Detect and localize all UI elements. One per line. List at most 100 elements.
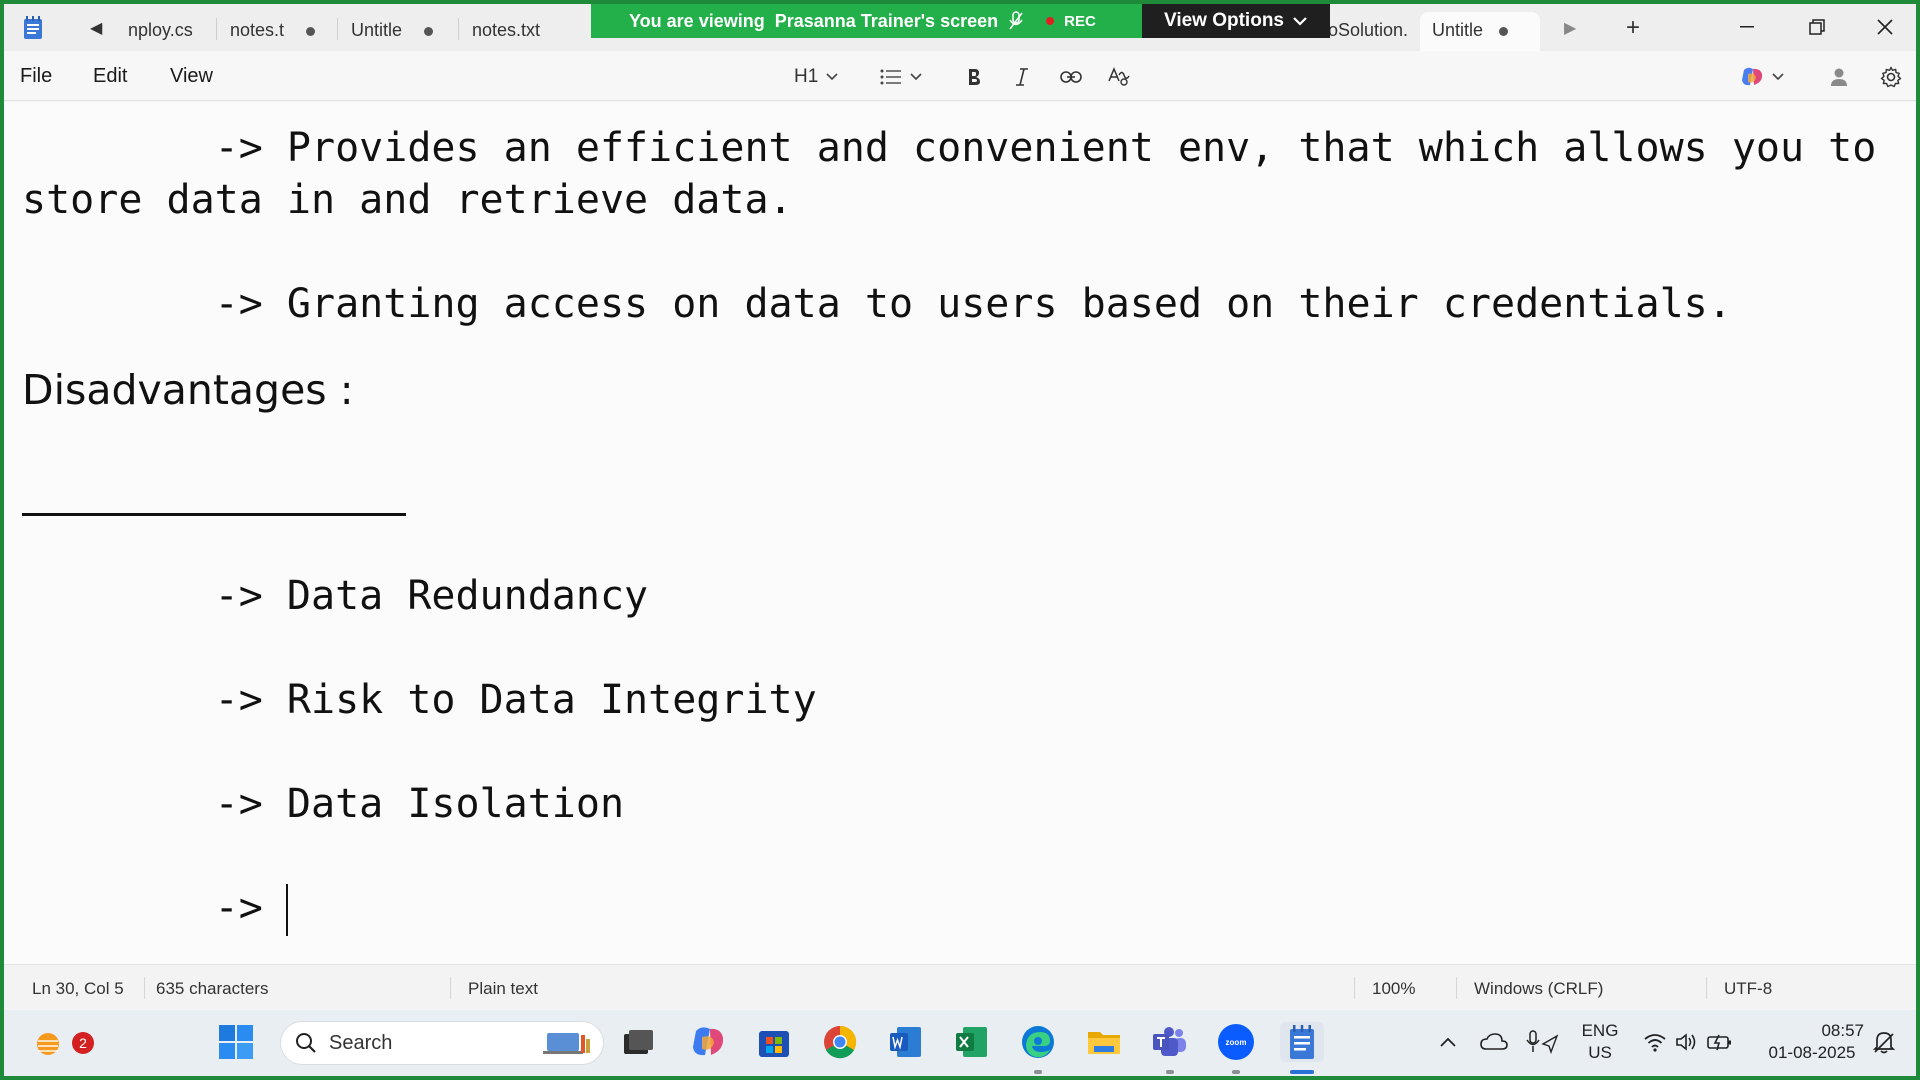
chevron-down-icon xyxy=(826,73,838,81)
section-heading: Disadvantages : xyxy=(22,366,354,414)
task-view-button[interactable] xyxy=(618,1022,658,1062)
link-icon xyxy=(1060,71,1082,83)
tab-separator xyxy=(216,18,217,40)
chrome-button[interactable] xyxy=(820,1022,860,1062)
windows-start-icon xyxy=(219,1025,253,1059)
file-format[interactable]: Plain text xyxy=(468,979,538,999)
word-button[interactable] xyxy=(886,1022,926,1062)
restore-button[interactable] xyxy=(1788,10,1846,44)
bullet-list-icon xyxy=(880,69,901,85)
file-explorer-button[interactable] xyxy=(1084,1022,1124,1062)
show-hidden-icons-button[interactable] xyxy=(1428,1022,1468,1062)
search-placeholder: Search xyxy=(329,1031,393,1054)
scroll-tabs-left-icon[interactable]: ◀ xyxy=(90,18,102,38)
tab-separator xyxy=(458,18,459,40)
edge-button[interactable] xyxy=(1018,1022,1058,1062)
folder-icon xyxy=(1088,1032,1120,1054)
bold-icon xyxy=(969,69,980,85)
view-options-button[interactable]: View Options xyxy=(1142,4,1330,38)
running-indicator xyxy=(1232,1070,1240,1074)
heading-label: H1 xyxy=(794,66,819,87)
menu-edit[interactable]: Edit xyxy=(93,65,127,88)
status-bar: Ln 30, Col 5 635 characters Plain text 1… xyxy=(4,964,1916,1010)
widgets-button[interactable]: 2 xyxy=(28,1022,94,1062)
microphone-in-use-button[interactable] xyxy=(1522,1022,1562,1062)
mic-muted-icon xyxy=(1009,11,1023,30)
chevron-up-icon xyxy=(1440,1037,1456,1047)
heading-dropdown[interactable]: H1 xyxy=(794,63,838,91)
spellcheck-button[interactable] xyxy=(1108,63,1130,91)
tab-separator xyxy=(337,18,338,40)
cloud-icon xyxy=(1480,1033,1508,1050)
tab-3[interactable]: Untitle xyxy=(339,12,457,46)
teams-button[interactable] xyxy=(1150,1022,1190,1062)
quick-settings-button[interactable] xyxy=(1634,1022,1742,1062)
search-icon xyxy=(296,1033,316,1053)
close-button[interactable] xyxy=(1856,10,1914,44)
zoom-level[interactable]: 100% xyxy=(1372,979,1415,999)
text-editor[interactable]: -> Provides an efficient and convenient … xyxy=(4,102,1916,964)
tab-5[interactable]: oSolution. xyxy=(1324,12,1420,46)
svg-text:zoom: zoom xyxy=(1226,1038,1247,1047)
wifi-icon xyxy=(1644,1034,1666,1052)
tab-6-active[interactable]: Untitle xyxy=(1420,12,1540,52)
tab-2[interactable]: notes.t xyxy=(218,12,336,46)
bold-button[interactable] xyxy=(966,63,982,91)
search-highlight-icon xyxy=(543,1033,590,1054)
line-ending[interactable]: Windows (CRLF) xyxy=(1474,979,1603,999)
language-code: ENG xyxy=(1581,1021,1619,1040)
region-code: US xyxy=(1588,1043,1612,1062)
recording-dot-icon xyxy=(1046,17,1055,25)
start-button[interactable] xyxy=(216,1022,256,1062)
battery-icon xyxy=(1707,1034,1731,1051)
cursor-position[interactable]: Ln 30, Col 5 xyxy=(32,979,124,999)
scroll-tabs-right-icon[interactable]: ▶ xyxy=(1564,18,1576,38)
tab-label: notes.t xyxy=(230,20,285,40)
excel-button[interactable] xyxy=(952,1022,992,1062)
notepad-taskbar-button[interactable] xyxy=(1280,1022,1324,1062)
taskbar-search[interactable]: Search xyxy=(280,1021,604,1065)
unsaved-dot-icon xyxy=(306,26,316,36)
copilot-dropdown[interactable] xyxy=(1740,63,1784,91)
minimize-button[interactable] xyxy=(1718,10,1776,44)
active-indicator xyxy=(1290,1070,1314,1074)
restore-icon xyxy=(1809,19,1825,35)
share-banner-prefix: You are viewing xyxy=(629,10,765,31)
unsaved-dot-icon xyxy=(1499,26,1509,36)
zoom-button[interactable]: zoom xyxy=(1216,1022,1256,1062)
tab-1[interactable]: nploy.cs xyxy=(116,12,216,46)
copilot-taskbar-button[interactable] xyxy=(688,1022,728,1062)
notifications-button[interactable] xyxy=(1868,1022,1900,1062)
document-line: -> Provides an efficient and convenient … xyxy=(22,125,1877,171)
teams-icon xyxy=(1153,1027,1186,1056)
menu-bar: File Edit View H1 xyxy=(4,51,1916,101)
menu-view[interactable]: View xyxy=(170,65,213,88)
minimize-icon xyxy=(1740,26,1754,28)
encoding[interactable]: UTF-8 xyxy=(1724,979,1772,999)
share-banner-name: Prasanna Trainer's screen xyxy=(774,10,999,31)
edge-icon xyxy=(1022,1026,1054,1058)
app-window: ◀ nploy.cs notes.t Untitle notes.txt oSo… xyxy=(4,4,1916,1076)
status-separator xyxy=(450,977,451,999)
tab-label: Untitle xyxy=(351,20,403,40)
language-indicator[interactable]: ENG US xyxy=(1578,1020,1622,1064)
new-tab-plus-icon[interactable]: + xyxy=(1626,14,1640,42)
chrome-icon xyxy=(824,1025,857,1059)
taskbar: 2 Search zoom ENG US 08:57 01-08-2025 xyxy=(4,1010,1916,1076)
spellcheck-icon xyxy=(1108,67,1130,86)
menu-file[interactable]: File xyxy=(20,65,52,88)
volume-icon xyxy=(1676,1033,1696,1051)
settings-button[interactable] xyxy=(1880,63,1902,91)
link-button[interactable] xyxy=(1060,63,1082,91)
tab-4[interactable]: notes.txt xyxy=(460,12,590,46)
store-button[interactable] xyxy=(754,1022,794,1062)
status-separator xyxy=(144,977,145,999)
italic-button[interactable] xyxy=(1014,63,1030,91)
excel-icon xyxy=(956,1027,987,1057)
clock[interactable]: 08:57 01-08-2025 xyxy=(1760,1020,1864,1064)
onedrive-button[interactable] xyxy=(1474,1022,1514,1062)
list-dropdown[interactable] xyxy=(880,63,922,91)
status-separator xyxy=(1456,977,1457,999)
account-button[interactable] xyxy=(1830,63,1848,91)
zoom-icon: zoom xyxy=(1218,1024,1254,1060)
